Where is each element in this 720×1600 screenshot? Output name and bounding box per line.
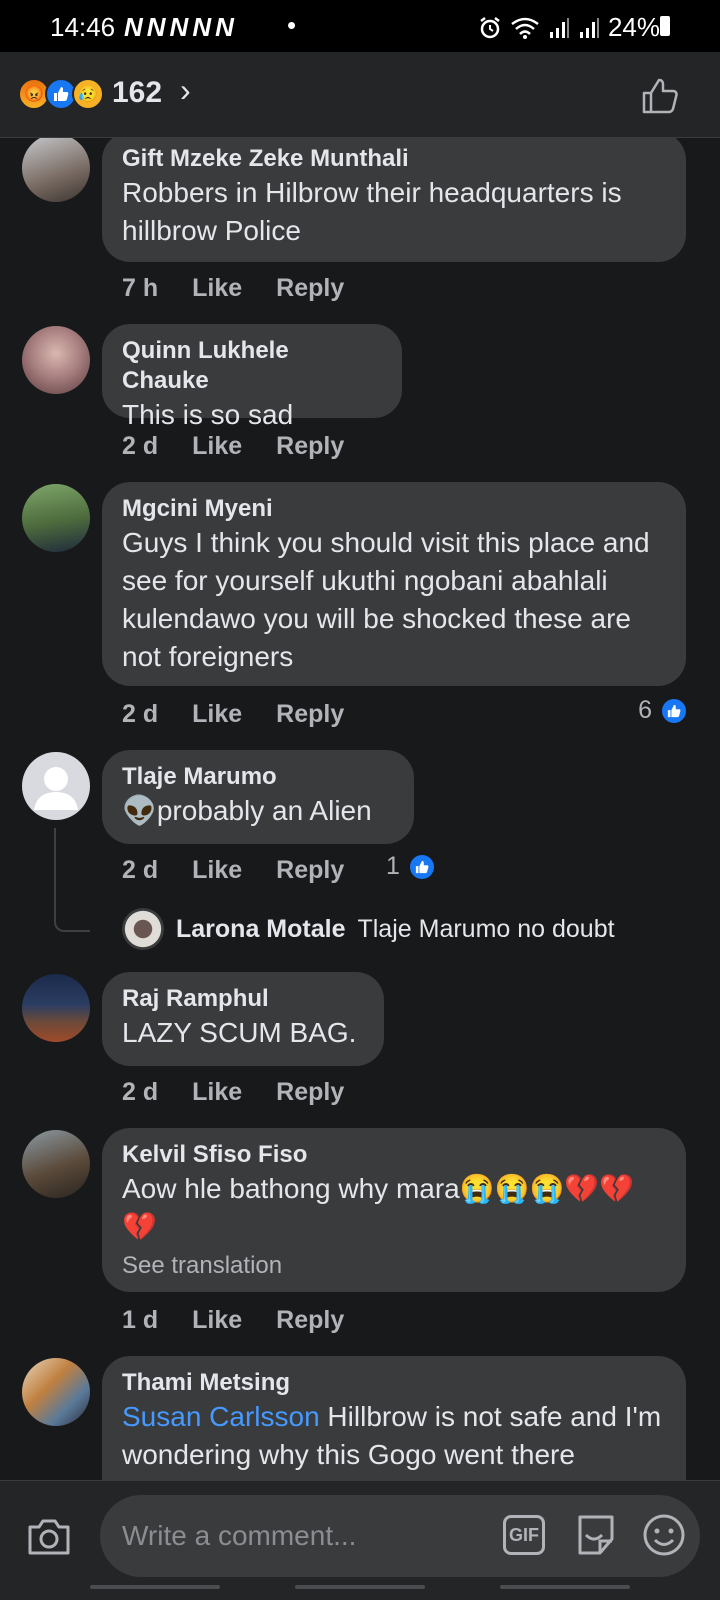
like-button[interactable]: Like: [192, 432, 242, 461]
nav-home-bar[interactable]: [295, 1585, 425, 1589]
reply-button[interactable]: Reply: [276, 432, 344, 461]
comment-actions: 2 d Like Reply: [122, 432, 344, 461]
reply-thread-line: [54, 828, 90, 932]
emoji-icon[interactable]: [642, 1513, 686, 1557]
reply-author: Larona Motale: [176, 914, 346, 943]
comment-author[interactable]: Mgcini Myeni: [122, 494, 666, 524]
comment-time[interactable]: 2 d: [122, 856, 158, 885]
alarm-icon: [480, 16, 500, 38]
comment-bubble: Thami Metsing Susan Carlsson Hillbrow is…: [102, 1356, 686, 1480]
like-button[interactable]: Like: [192, 700, 242, 729]
sticker-icon[interactable]: [574, 1511, 618, 1557]
avatar[interactable]: [22, 1358, 90, 1426]
comment-likes[interactable]: 1: [386, 852, 436, 881]
reaction-count[interactable]: 162: [112, 76, 162, 110]
like-button[interactable]: Like: [192, 274, 242, 303]
comment-text: Guys I think you should visit this place…: [122, 527, 650, 672]
comment-likes[interactable]: 6: [638, 696, 688, 725]
reactions-header: 😡 😥 162 ›: [0, 52, 720, 138]
avatar[interactable]: [22, 752, 90, 820]
status-dot: •: [287, 10, 297, 40]
battery-level: 24%: [607, 12, 660, 42]
comment-text: This is so sad: [122, 399, 294, 430]
comment-text: 👽probably an Alien: [122, 795, 372, 826]
reply-button[interactable]: Reply: [276, 274, 344, 303]
comment-actions: 1 d Like Reply: [122, 1306, 344, 1335]
like-count: 6: [638, 696, 652, 724]
notification-icons: NNNNN: [124, 12, 238, 42]
comment-author[interactable]: Raj Ramphul: [122, 984, 364, 1014]
like-button[interactable]: Like: [192, 1078, 242, 1107]
reply-button[interactable]: Reply: [276, 1078, 344, 1107]
comments-list: Gift Mzeke Zeke Munthali Robbers in Hilb…: [0, 138, 720, 1480]
comment-author[interactable]: Tlaje Marumo: [122, 762, 394, 792]
like-button[interactable]: Like: [192, 1306, 242, 1335]
see-translation-link[interactable]: See translation: [122, 1252, 666, 1280]
wifi-icon: [511, 17, 539, 39]
comment-author[interactable]: Quinn Lukhele Chauke: [122, 336, 382, 396]
comment-text: Robbers in Hilbrow their headquarters is…: [122, 177, 622, 246]
chevron-right-icon[interactable]: ›: [180, 72, 191, 109]
camera-icon[interactable]: [26, 1513, 72, 1559]
reaction-icons[interactable]: 😡 😥: [18, 78, 108, 112]
comment-bubble: Kelvil Sfiso Fiso Aow hle bathong why ma…: [102, 1128, 686, 1292]
avatar[interactable]: [22, 974, 90, 1042]
reply-button[interactable]: Reply: [276, 856, 344, 885]
sad-reaction-icon: 😥: [72, 78, 104, 110]
battery-icon: [660, 16, 670, 36]
like-button[interactable]: Like: [192, 856, 242, 885]
gif-button[interactable]: GIF: [503, 1515, 545, 1555]
comment-composer: GIF: [0, 1480, 720, 1600]
like-count: 1: [386, 852, 400, 880]
comment-text: Aow hle bathong why mara😭😭😭💔💔💔: [122, 1173, 635, 1242]
comment-text: Susan Carlsson Hillbrow is not safe and …: [122, 1398, 666, 1474]
signal-icon-2: [579, 17, 599, 38]
nav-recents-bar[interactable]: [90, 1585, 220, 1589]
reply-preview[interactable]: Larona Motale Tlaje Marumo no doubt: [122, 908, 615, 950]
comment-actions: 2 d Like Reply: [122, 856, 344, 885]
comment-author[interactable]: Gift Mzeke Zeke Munthali: [122, 144, 666, 174]
comment-time[interactable]: 2 d: [122, 1078, 158, 1107]
comment-text: LAZY SCUM BAG.: [122, 1017, 357, 1048]
avatar[interactable]: [22, 484, 90, 552]
like-icon[interactable]: [640, 76, 680, 116]
avatar[interactable]: [22, 138, 90, 202]
avatar: [122, 908, 164, 950]
like-badge-icon: [660, 696, 688, 725]
comment-actions: 2 d Like Reply: [122, 1078, 344, 1107]
comment-time[interactable]: 2 d: [122, 432, 158, 461]
comment-bubble: Tlaje Marumo 👽probably an Alien: [102, 750, 414, 844]
comment-author[interactable]: Thami Metsing: [122, 1368, 666, 1398]
signal-icon: [549, 17, 569, 38]
reply-text: Tlaje Marumo no doubt: [357, 914, 615, 943]
comment-bubble: Gift Mzeke Zeke Munthali Robbers in Hilb…: [102, 138, 686, 262]
comment-actions: 2 d Like Reply: [122, 700, 344, 729]
nav-back-bar[interactable]: [500, 1585, 630, 1589]
default-avatar-icon: [34, 767, 78, 810]
like-badge-icon: [407, 852, 436, 881]
comment-time[interactable]: 2 d: [122, 700, 158, 729]
comment-bubble: Mgcini Myeni Guys I think you should vis…: [102, 482, 686, 686]
status-time: 14:46: [50, 12, 116, 42]
avatar[interactable]: [22, 1130, 90, 1198]
comment-bubble: Raj Ramphul LAZY SCUM BAG.: [102, 972, 384, 1066]
comment-actions: 7 h Like Reply: [122, 274, 344, 303]
avatar[interactable]: [22, 326, 90, 394]
comment-bubble: Quinn Lukhele Chauke This is so sad: [102, 324, 402, 430]
comment-author[interactable]: Kelvil Sfiso Fiso: [122, 1140, 666, 1170]
mention-link[interactable]: Susan Carlsson: [122, 1401, 320, 1432]
status-right: 24%: [478, 12, 660, 43]
reply-button[interactable]: Reply: [276, 700, 344, 729]
reply-button[interactable]: Reply: [276, 1306, 344, 1335]
comment-time[interactable]: 7 h: [122, 274, 158, 303]
status-bar: 14:46 NNNNN • 24%: [0, 0, 720, 52]
comment-time[interactable]: 1 d: [122, 1306, 158, 1335]
